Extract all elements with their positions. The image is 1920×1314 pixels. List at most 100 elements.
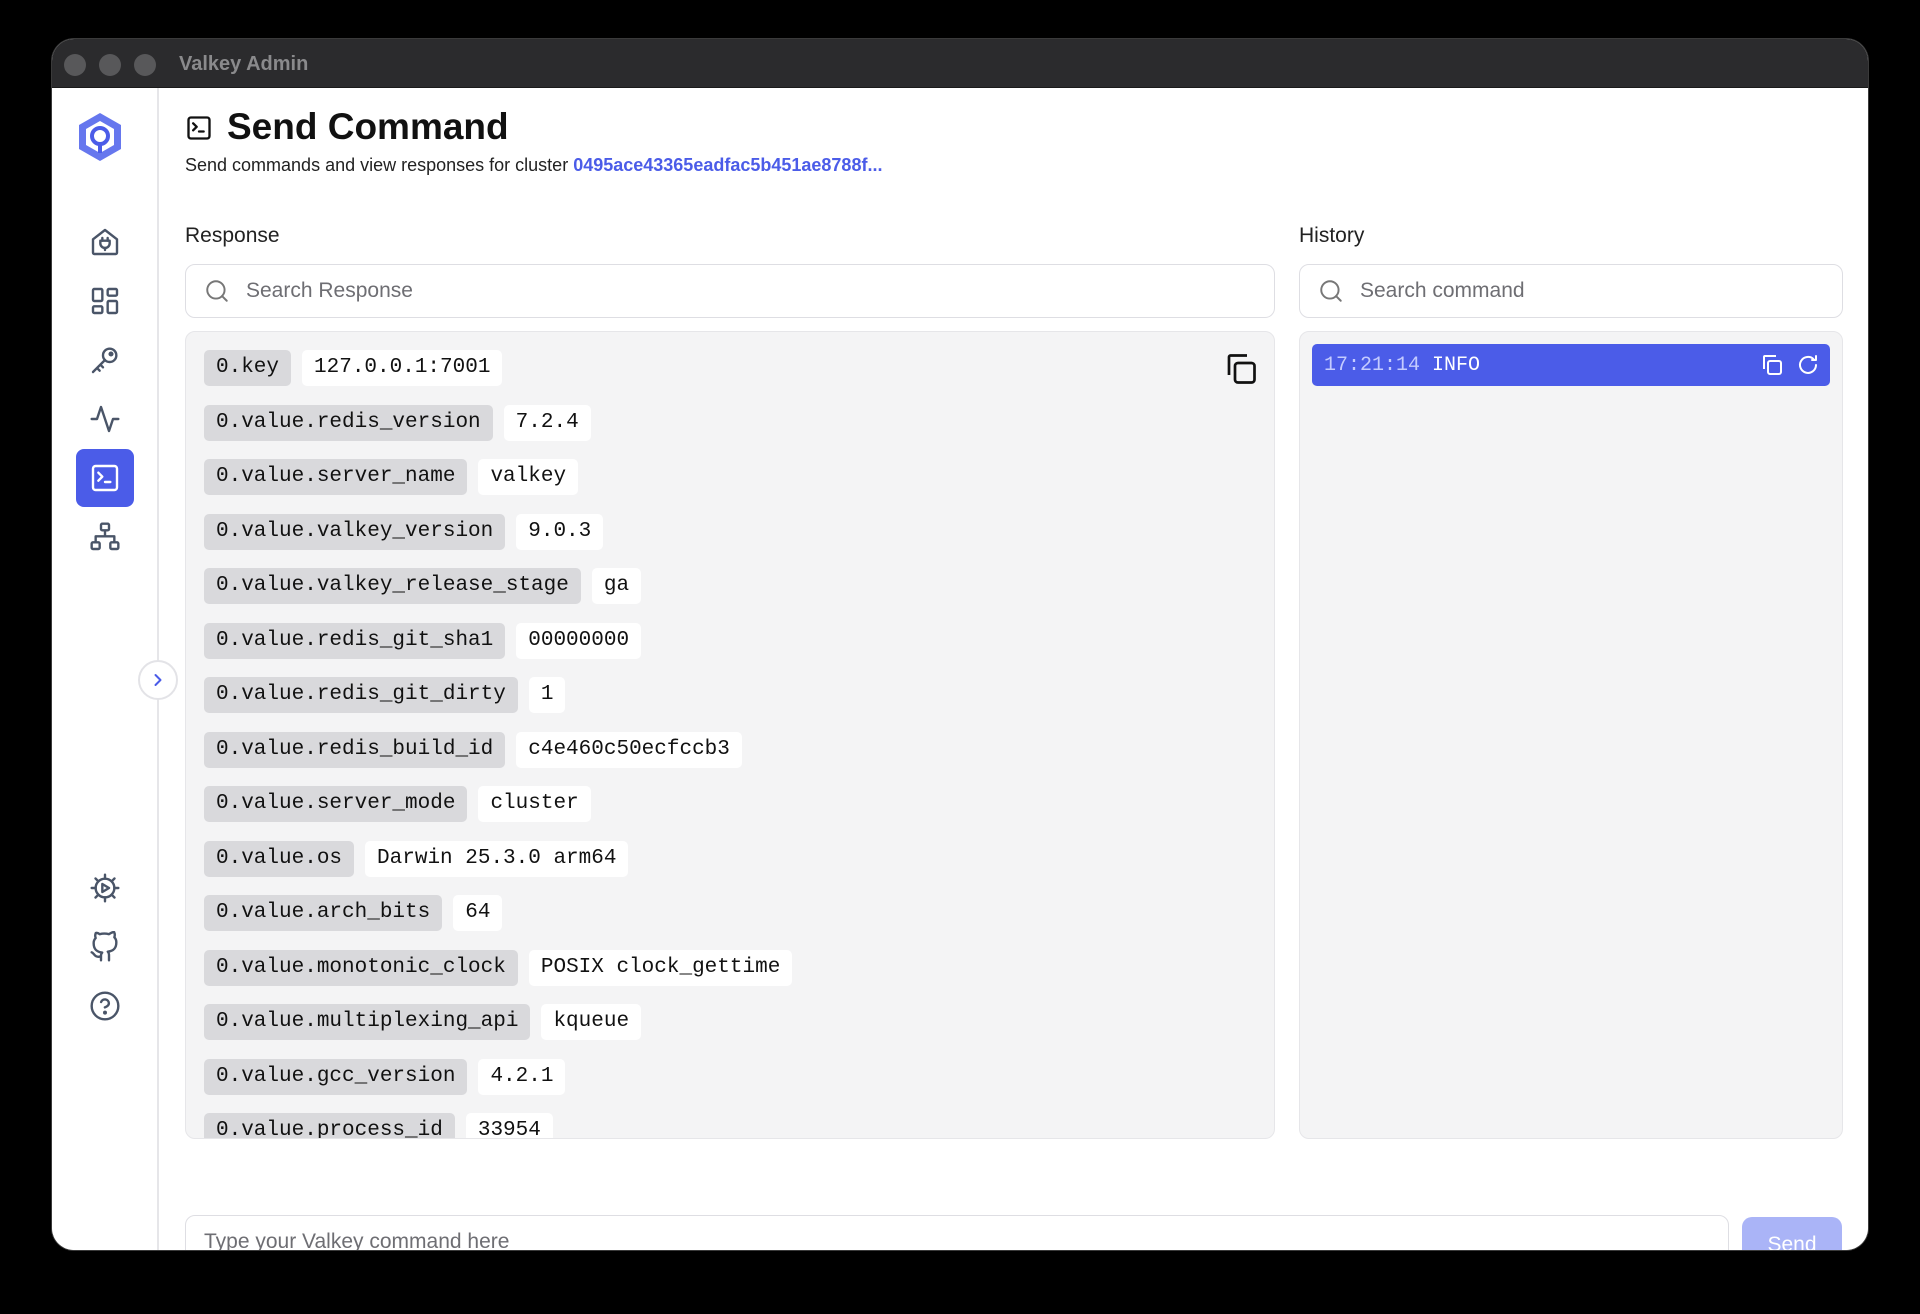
settings-icon — [90, 873, 120, 903]
response-key: 0.value.arch_bits — [204, 895, 443, 931]
history-search-input[interactable] — [1360, 279, 1794, 303]
window-title: Valkey Admin — [179, 53, 309, 75]
subtitle-text: Send commands and view responses for clu… — [185, 155, 574, 175]
nav-send-command-button[interactable] — [76, 449, 134, 507]
history-label: History — [1299, 224, 1365, 247]
nav-dashboard-button[interactable] — [76, 272, 134, 330]
response-row: 0.value.monotonic_clock POSIX clock_getti… — [204, 949, 1214, 1005]
minimize-window-button[interactable] — [99, 54, 121, 76]
response-value: valkey — [478, 459, 579, 495]
response-key: 0.value.server_name — [204, 459, 468, 495]
response-key: 0.value.monotonic_clock — [204, 949, 518, 986]
response-key: 0.value.os — [204, 840, 355, 877]
response-value: 127.0.0.1:7001 — [302, 350, 503, 386]
response-key: 0.value.redis_git_dirty — [204, 677, 518, 713]
response-row: 0.value.arch_bits 64 — [204, 895, 1214, 950]
response-key: 0.key — [204, 350, 292, 386]
response-row: 0.value.redis_git_sha1 00000000 — [204, 622, 1214, 678]
response-value: 00000000 — [516, 622, 642, 659]
response-key: 0.value.redis_git_sha1 — [204, 622, 506, 659]
cluster-topology-icon — [90, 522, 120, 551]
response-key: 0.value.gcc_version — [204, 1058, 468, 1095]
history-time: 17:21:14 — [1324, 353, 1421, 377]
refresh-icon — [1799, 355, 1817, 374]
response-row: 0.value.os Darwin 25.3.0 arm64 — [204, 840, 1214, 896]
response-row: 0.value.redis_git_dirty 1 — [204, 677, 1214, 732]
terminal-icon — [185, 114, 213, 142]
response-key: 0.value.valkey_version — [204, 513, 506, 550]
history-item[interactable]: 17:21:14 INFO — [1312, 344, 1830, 386]
nav-github-button[interactable] — [76, 918, 134, 976]
response-key: 0.value.server_mode — [204, 786, 468, 822]
history-panel: 17:21:14 INFO — [1299, 331, 1843, 1139]
nav-connection-button[interactable] — [76, 213, 134, 271]
response-value: kqueue — [541, 1004, 642, 1040]
nav-keys-button[interactable] — [76, 331, 134, 389]
response-search-input[interactable] — [246, 279, 1117, 303]
nav-settings-button[interactable] — [76, 859, 134, 917]
response-key: 0.value.process_id — [204, 1113, 455, 1138]
response-row: 0.value.process_id 33954 — [204, 1113, 1214, 1138]
response-row: 0.value.multiplexing_api kqueue — [204, 1004, 1214, 1059]
response-row: 0.value.gcc_version 4.2.1 — [204, 1058, 1214, 1114]
response-row: 0.value.valkey_version 9.0.3 — [204, 513, 1214, 569]
response-value: 4.2.1 — [478, 1058, 566, 1095]
search-icon — [206, 280, 228, 302]
title-bar: Valkey Admin — [52, 39, 1868, 88]
response-row: 0.value.redis_build_id c4e460c50ecfccb3 — [204, 731, 1214, 787]
response-row: 0.value.server_name valkey — [204, 459, 1214, 514]
response-value: 33954 — [465, 1113, 553, 1138]
response-key: 0.value.redis_version — [204, 404, 493, 441]
send-button[interactable]: Send — [1742, 1217, 1842, 1250]
activity-icon — [90, 405, 120, 433]
response-search — [185, 264, 1275, 318]
response-value: ga — [591, 568, 642, 604]
copy-history-button[interactable] — [1760, 353, 1784, 377]
response-value: 9.0.3 — [516, 513, 604, 550]
github-icon — [90, 931, 118, 962]
history-search — [1299, 264, 1843, 318]
response-value: Darwin 25.3.0 arm64 — [365, 840, 629, 877]
sidebar-expand-button[interactable] — [138, 660, 178, 700]
response-value: 64 — [453, 895, 503, 931]
terminal-icon — [91, 464, 119, 492]
connection-icon — [91, 228, 119, 256]
app-window: Valkey Admin Send Command Send commands … — [52, 39, 1868, 1250]
response-panel[interactable]: 0.key 127.0.0.1:7001 0.value.redis_version… — [185, 331, 1275, 1139]
response-value: cluster — [478, 786, 591, 822]
chevron-right-icon — [154, 674, 162, 686]
response-key: 0.value.multiplexing_api — [204, 1004, 531, 1040]
response-label: Response — [185, 224, 280, 247]
copy-icon — [1763, 355, 1782, 375]
response-row: 0.value.server_mode cluster — [204, 786, 1214, 841]
response-value: 7.2.4 — [503, 404, 591, 441]
history-actions — [1760, 353, 1820, 377]
response-row: 0.value.redis_version 7.2.4 — [204, 404, 1214, 460]
nav-monitoring-button[interactable] — [76, 390, 134, 448]
response-key: 0.value.redis_build_id — [204, 731, 506, 768]
response-value: c4e460c50ecfccb3 — [516, 731, 742, 768]
command-input[interactable] — [185, 1215, 1729, 1250]
response-row: 0.value.valkey_release_stage ga — [204, 568, 1214, 623]
history-command: INFO — [1432, 353, 1481, 377]
response-list: 0.key 127.0.0.1:7001 0.value.redis_version… — [204, 350, 1214, 1138]
key-icon — [91, 347, 118, 374]
response-row: 0.key 127.0.0.1:7001 — [204, 350, 1214, 405]
rerun-history-button[interactable] — [1796, 353, 1820, 377]
help-icon — [90, 991, 120, 1021]
response-value: POSIX clock_gettime — [528, 949, 793, 986]
main-content: Send Command Send commands and view resp… — [161, 88, 1868, 1250]
copy-icon — [1227, 354, 1256, 384]
nav-cluster-topology-button[interactable] — [76, 508, 134, 566]
nav-help-button[interactable] — [76, 977, 134, 1035]
cluster-id-link[interactable]: 0495ace43365eadfac5b451ae8788f... — [573, 155, 882, 175]
page-title: Send Command — [227, 106, 509, 147]
page-subtitle: Send commands and view responses for clu… — [185, 155, 882, 176]
response-value: 1 — [528, 677, 566, 713]
zoom-window-button[interactable] — [134, 54, 156, 76]
response-key: 0.value.valkey_release_stage — [204, 568, 581, 604]
close-window-button[interactable] — [64, 54, 86, 76]
valkey-logo-icon[interactable] — [76, 111, 124, 163]
copy-response-button[interactable] — [1222, 350, 1260, 388]
search-icon — [1320, 280, 1342, 302]
